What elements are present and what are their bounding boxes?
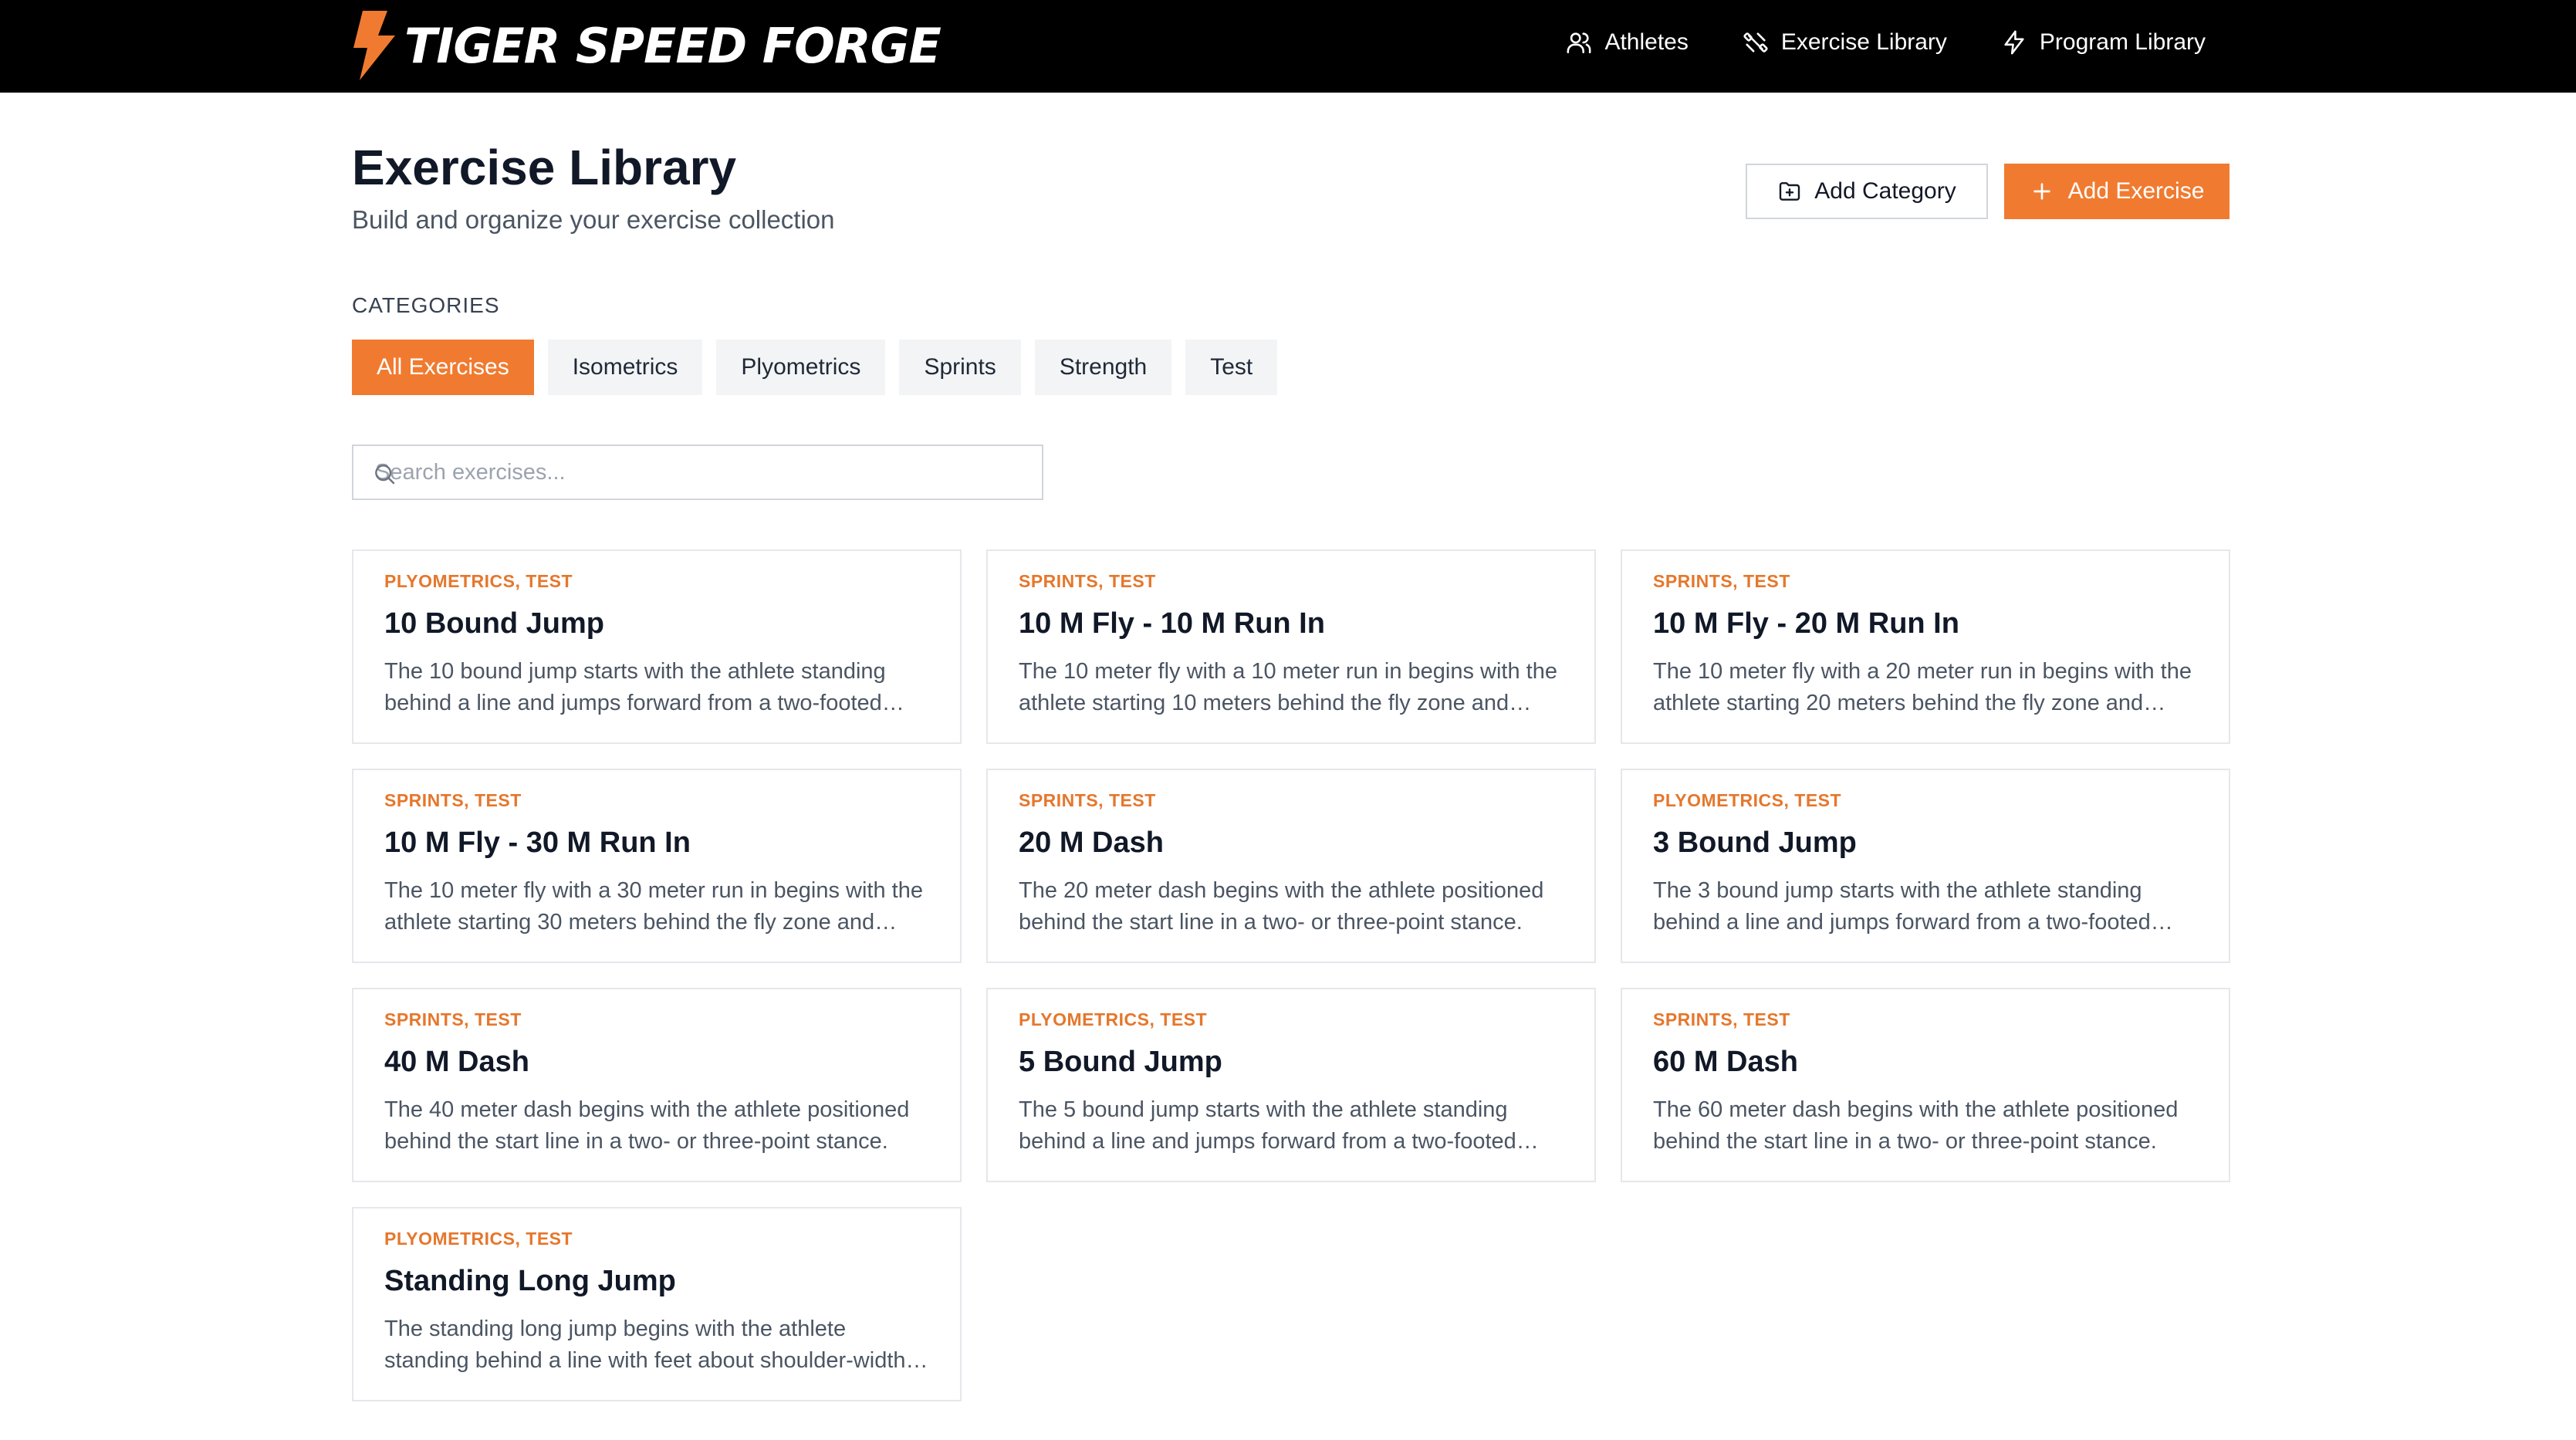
exercise-card[interactable]: PLYOMETRICS, TEST Standing Long Jump The… xyxy=(352,1207,962,1401)
page-title: Exercise Library xyxy=(352,140,737,195)
exercise-card[interactable]: PLYOMETRICS, TEST 3 Bound Jump The 3 bou… xyxy=(1621,769,2230,963)
search-input[interactable] xyxy=(353,446,1042,499)
brand-name: TIGER SPEED FORGE xyxy=(404,17,941,74)
category-pill-test[interactable]: Test xyxy=(1185,340,1278,395)
exercise-title: 3 Bound Jump xyxy=(1653,826,1857,859)
exercise-categories: SPRINTS, TEST xyxy=(1019,790,1156,810)
folder-plus-icon xyxy=(1780,182,1800,201)
exercise-categories: SPRINTS, TEST xyxy=(384,1009,522,1029)
category-filter-list: All Exercises Isometrics Plyometrics Spr… xyxy=(352,340,1278,395)
exercise-title: 60 M Dash xyxy=(1653,1046,1798,1078)
exercise-title: Standing Long Jump xyxy=(384,1265,676,1297)
exercise-title: 10 M Fly - 20 M Run In xyxy=(1653,607,1959,640)
add-category-label: Add Category xyxy=(1814,178,1956,204)
add-exercise-label: Add Exercise xyxy=(2067,178,2205,204)
exercise-title: 40 M Dash xyxy=(384,1046,529,1078)
exercise-categories: SPRINTS, TEST xyxy=(1653,1009,1790,1029)
brand-logo[interactable]: TIGER SPEED FORGE xyxy=(353,11,941,80)
exercise-card[interactable]: SPRINTS, TEST 10 M Fly - 20 M Run In The… xyxy=(1621,549,2230,744)
nav-item-athletes[interactable]: Athletes xyxy=(1566,29,1689,56)
exercise-categories: SPRINTS, TEST xyxy=(1019,571,1156,591)
category-pill-sprints[interactable]: Sprints xyxy=(899,340,1021,395)
exercise-title: 20 M Dash xyxy=(1019,826,1164,859)
exercise-description: The 10 meter fly with a 10 meter run in … xyxy=(1019,659,1557,715)
exercise-description: The 5 bound jump starts with the athlete… xyxy=(1019,1097,1516,1154)
exercise-categories: SPRINTS, TEST xyxy=(384,790,522,810)
lightning-icon xyxy=(2004,30,2024,55)
exercise-card[interactable]: PLYOMETRICS, TEST 10 Bound Jump The 10 b… xyxy=(352,549,962,744)
exercise-description: The 60 meter dash begins with the athlet… xyxy=(1653,1097,2179,1154)
exercise-card[interactable]: PLYOMETRICS, TEST 5 Bound Jump The 5 bou… xyxy=(986,988,1596,1182)
exercise-title: 10 Bound Jump xyxy=(384,607,605,640)
lightning-bolt-icon xyxy=(353,11,395,80)
main-nav: Athletes Exercise Library Program Librar… xyxy=(1566,0,2206,85)
page-subtitle: Build and organize your exercise collect… xyxy=(352,205,835,234)
exercise-description: The 20 meter dash begins with the athlet… xyxy=(1019,878,1544,935)
exercise-categories: PLYOMETRICS, TEST xyxy=(1019,1009,1208,1029)
add-category-button[interactable]: Add Category xyxy=(1746,164,1988,219)
exercise-card[interactable]: SPRINTS, TEST 20 M Dash The 20 meter das… xyxy=(986,769,1596,963)
exercise-grid: PLYOMETRICS, TEST 10 Bound Jump The 10 b… xyxy=(352,549,2230,1401)
category-pill-all-exercises[interactable]: All Exercises xyxy=(352,340,534,395)
nav-label-program-library: Program Library xyxy=(2039,29,2206,55)
exercise-card[interactable]: SPRINTS, TEST 40 M Dash The 40 meter das… xyxy=(352,988,962,1182)
exercise-card[interactable]: SPRINTS, TEST 60 M Dash The 60 meter das… xyxy=(1621,988,2230,1182)
exercise-description: The 10 meter fly with a 20 meter run in … xyxy=(1653,659,2192,715)
top-nav-bar: TIGER SPEED FORGE Athletes Exercise Libr… xyxy=(0,0,2576,93)
exercise-title: 10 M Fly - 30 M Run In xyxy=(384,826,691,859)
exercise-categories: SPRINTS, TEST xyxy=(1653,571,1790,591)
add-exercise-button[interactable]: Add Exercise xyxy=(2004,164,2229,219)
category-pill-strength[interactable]: Strength xyxy=(1034,340,1172,395)
nav-item-program-library[interactable]: Program Library xyxy=(2001,29,2206,56)
categories-heading: CATEGORIES xyxy=(352,293,500,317)
exercise-card[interactable]: SPRINTS, TEST 10 M Fly - 10 M Run In The… xyxy=(986,549,1596,744)
category-pill-plyometrics[interactable]: Plyometrics xyxy=(716,340,886,395)
users-icon xyxy=(1567,32,1591,54)
exercise-description: The 40 meter dash begins with the athlet… xyxy=(384,1097,910,1154)
search-box xyxy=(352,445,1043,500)
exercise-title: 10 M Fly - 10 M Run In xyxy=(1019,607,1325,640)
category-pill-isometrics[interactable]: Isometrics xyxy=(547,340,703,395)
nav-item-exercise-library[interactable]: Exercise Library xyxy=(1743,29,1947,56)
exercise-categories: PLYOMETRICS, TEST xyxy=(384,571,573,591)
exercise-categories: PLYOMETRICS, TEST xyxy=(384,1229,573,1249)
exercise-card[interactable]: SPRINTS, TEST 10 M Fly - 30 M Run In The… xyxy=(352,769,962,963)
exercise-description: The 10 meter fly with a 30 meter run in … xyxy=(384,878,923,935)
exercise-title: 5 Bound Jump xyxy=(1019,1046,1222,1078)
exercise-description: The standing long jump begins with the a… xyxy=(384,1317,906,1373)
nav-label-athletes: Athletes xyxy=(1604,29,1689,55)
nav-label-exercise-library: Exercise Library xyxy=(1780,29,1947,55)
exercise-description: The 3 bound jump starts with the athlete… xyxy=(1653,878,2151,935)
exercise-icon xyxy=(1743,32,1768,52)
exercise-description: The 10 bound jump starts with the athlet… xyxy=(384,659,886,715)
exercise-categories: PLYOMETRICS, TEST xyxy=(1653,790,1842,810)
plus-icon xyxy=(2033,183,2050,200)
